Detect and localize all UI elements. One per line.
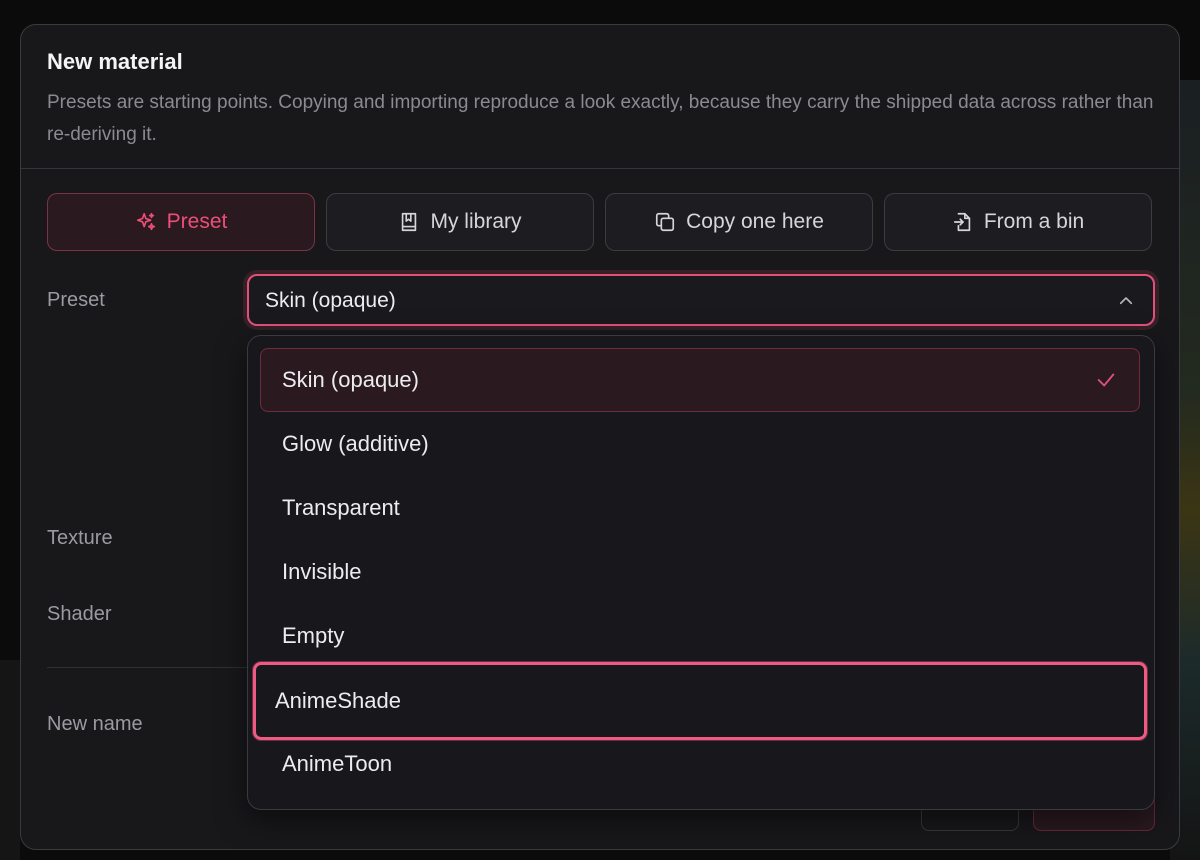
new-material-dialog: New material Presets are starting points… (20, 24, 1180, 850)
preset-option-label: Glow (additive) (282, 431, 429, 456)
preset-option-label: Invisible (282, 559, 362, 584)
dialog-subtitle: Presets are starting points. Copying and… (47, 92, 1154, 145)
background-viewport-left (0, 660, 20, 860)
import-file-icon (953, 212, 971, 232)
preset-label: Preset (47, 289, 105, 311)
tab-preset-label: Preset (166, 210, 228, 233)
copy-icon (656, 212, 675, 232)
preset-option[interactable]: Transparent (260, 476, 1140, 540)
chevron-up-icon (1119, 297, 1133, 305)
preset-select-value: Skin (opaque) (265, 289, 396, 312)
preset-option-label: Transparent (282, 495, 400, 520)
preset-option[interactable]: Glow (additive) (260, 412, 1140, 476)
new-name-label: New name (47, 713, 143, 735)
section-divider (47, 667, 257, 668)
tab-copy-one-here[interactable]: Copy one here (605, 193, 873, 251)
tab-my-library[interactable]: My library (326, 193, 594, 251)
tab-my-library-label: My library (430, 210, 522, 233)
preset-select[interactable]: Skin (opaque) (247, 274, 1155, 326)
texture-label: Texture (47, 527, 113, 549)
preset-option[interactable]: Empty (260, 604, 1140, 668)
dialog-title: New material (47, 49, 183, 74)
preset-option-label: Empty (282, 623, 345, 648)
preset-dropdown-menu: Skin (opaque) Glow (additive) Transparen… (247, 335, 1155, 810)
check-icon (1097, 373, 1115, 387)
tab-copy-one-here-label: Copy one here (686, 210, 824, 233)
preset-option-label: AnimeToon (282, 751, 393, 776)
sparkle-icon (136, 212, 155, 231)
preset-option-label: AnimeShade (275, 688, 401, 713)
shader-label: Shader (47, 603, 112, 625)
preset-option[interactable]: Skin (opaque) (260, 348, 1140, 412)
preset-option[interactable]: Invisible (260, 540, 1140, 604)
tab-preset[interactable]: Preset (47, 193, 315, 251)
dialog-header: New material Presets are starting points… (21, 25, 1179, 169)
tab-from-a-bin-label: From a bin (983, 210, 1085, 233)
tab-from-a-bin[interactable]: From a bin (884, 193, 1152, 251)
preset-option[interactable]: AnimeToon (260, 732, 1140, 796)
book-icon (402, 212, 417, 232)
preset-option-label: Skin (opaque) (282, 367, 419, 392)
preset-option-hovered[interactable]: AnimeShade (253, 662, 1147, 740)
